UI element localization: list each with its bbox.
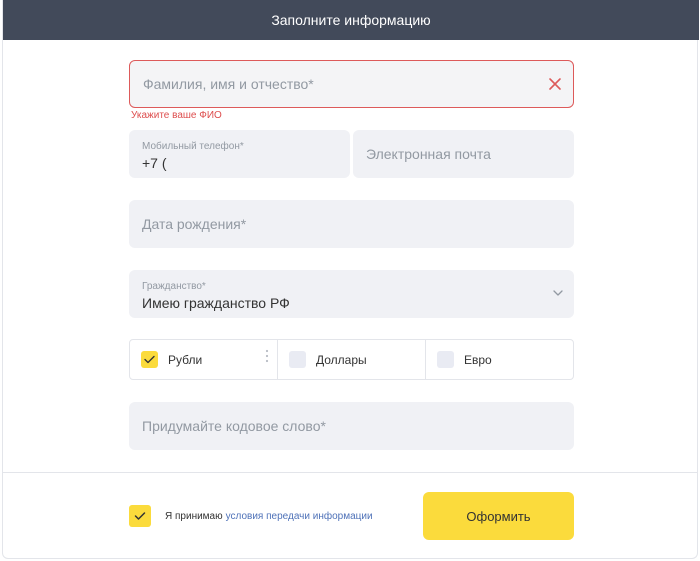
check-icon (134, 512, 146, 520)
checkbox-eur[interactable] (437, 351, 454, 368)
footer-divider (3, 472, 697, 473)
citizenship-select[interactable]: Гражданство* Имею гражданство РФ (129, 270, 574, 318)
chevron-down-icon (553, 290, 563, 296)
consent-text: Я принимаю (165, 510, 223, 522)
submit-label: Оформить (466, 508, 531, 524)
currency-option-rub[interactable]: Рубли (130, 340, 277, 379)
birthdate-placeholder: Дата рождения* (142, 216, 247, 232)
birthdate-field[interactable]: Дата рождения* (129, 200, 574, 248)
fio-error-message: Укажите ваше ФИО (131, 110, 222, 121)
currency-label-rub: Рубли (168, 352, 203, 367)
currency-label-usd: Доллары (316, 352, 367, 367)
currency-selector: Рубли Доллары Евро (129, 339, 574, 380)
application-form: Заполните информацию Фамилия, имя и отче… (2, 0, 699, 559)
email-field[interactable]: Электронная почта (353, 130, 574, 178)
currency-label-eur: Евро (464, 352, 492, 367)
close-icon[interactable] (546, 75, 564, 93)
checkbox-rub[interactable] (141, 351, 158, 368)
fio-placeholder: Фамилия, имя и отчество* (143, 76, 314, 92)
codeword-field[interactable]: Придумайте кодовое слово* (129, 402, 574, 450)
currency-option-eur[interactable]: Евро (425, 340, 573, 379)
form-header: Заполните информацию (3, 0, 699, 40)
phone-label: Мобильный телефон* (142, 141, 244, 152)
consent-terms-link[interactable]: условия передачи информации (226, 511, 373, 522)
dots-vertical-icon[interactable] (265, 349, 269, 363)
check-icon (144, 355, 155, 364)
citizenship-label: Гражданство* (142, 281, 206, 292)
codeword-placeholder: Придумайте кодовое слово* (142, 418, 326, 434)
currency-option-usd[interactable]: Доллары (277, 340, 425, 379)
submit-button[interactable]: Оформить (423, 492, 574, 540)
checkbox-usd[interactable] (289, 351, 306, 368)
consent-row: Я принимаю условия передачи информации (129, 505, 373, 527)
form-title: Заполните информацию (271, 12, 431, 28)
consent-checkbox[interactable] (129, 505, 151, 527)
citizenship-value: Имею гражданство РФ (142, 295, 290, 311)
phone-value: +7 ( (142, 155, 167, 171)
fio-field[interactable]: Фамилия, имя и отчество* (129, 60, 574, 108)
email-placeholder: Электронная почта (366, 146, 491, 162)
phone-field[interactable]: Мобильный телефон* +7 ( (129, 130, 350, 178)
